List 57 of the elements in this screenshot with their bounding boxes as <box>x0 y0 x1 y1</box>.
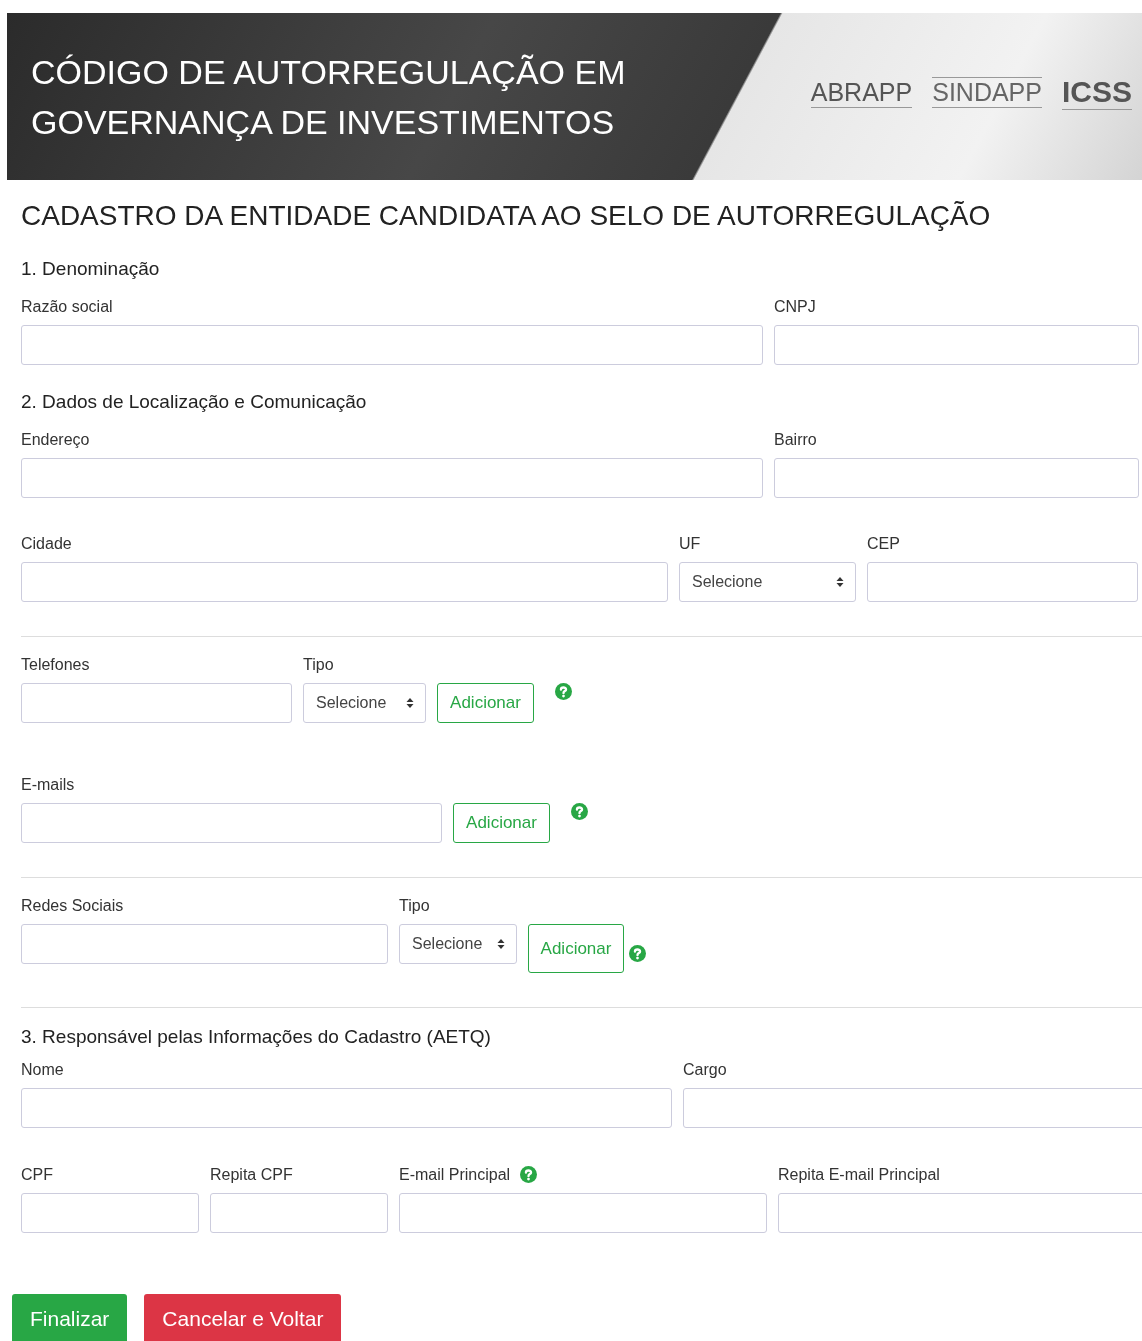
text-input[interactable] <box>21 325 763 365</box>
partner-logo: SINDAPP <box>932 77 1042 108</box>
submit-button[interactable]: Finalizar <box>12 1294 128 1341</box>
field-label: CPF <box>21 1165 53 1184</box>
field-label: Tipo <box>399 896 430 915</box>
text-input[interactable] <box>399 1193 767 1233</box>
field-label: Cargo <box>683 1060 727 1079</box>
section-title: 3. Responsável pelas Informações do Cadastro (AETQ) <box>21 1026 492 1048</box>
text-input[interactable] <box>210 1193 388 1233</box>
field-label: Razão social <box>21 297 113 316</box>
section-title: 2. Dados de Localização e Comunicação <box>21 391 368 413</box>
text-input[interactable] <box>21 562 668 602</box>
field-label: CEP <box>867 534 900 553</box>
field-label: Repita CPF <box>210 1165 293 1184</box>
cancel-button[interactable]: Cancelar e Voltar <box>144 1294 342 1341</box>
field-label: Telefones <box>21 655 90 674</box>
add-button[interactable]: Adicionar <box>437 683 534 723</box>
field-label: Endereço <box>21 430 90 449</box>
help-icon[interactable] <box>629 945 646 962</box>
add-button[interactable]: Adicionar <box>453 803 550 843</box>
add-button[interactable]: Adicionar <box>528 924 624 973</box>
banner-title: CÓDIGO DE AUTORREGULAÇÃO EM <box>31 51 626 93</box>
text-input[interactable] <box>683 1088 1142 1128</box>
field-label: Bairro <box>774 430 817 449</box>
text-input[interactable] <box>774 325 1139 365</box>
select-dropdown[interactable]: Selecione <box>399 924 517 964</box>
sort-caret-icon <box>836 576 844 588</box>
field-label: Redes Sociais <box>21 896 124 915</box>
text-input[interactable] <box>21 458 763 498</box>
field-label: UF <box>679 534 701 553</box>
help-icon[interactable] <box>520 1166 538 1183</box>
help-icon[interactable] <box>555 683 572 700</box>
help-icon[interactable] <box>571 803 588 820</box>
text-input[interactable] <box>21 1193 199 1233</box>
select-dropdown[interactable]: Selecione <box>679 562 856 602</box>
field-label: Tipo <box>303 655 334 674</box>
form-heading: CADASTRO DA ENTIDADE CANDIDATA AO SELO DE AUTORREGULAÇÃO <box>21 200 992 232</box>
field-label: Repita E-mail Principal <box>778 1165 940 1184</box>
field-label: CNPJ <box>774 297 816 316</box>
banner-title: GOVERNANÇA DE INVESTIMENTOS <box>31 101 616 143</box>
text-input[interactable] <box>774 458 1139 498</box>
sort-caret-icon <box>406 697 414 709</box>
text-input[interactable] <box>21 683 292 723</box>
partner-logo: ICSS <box>1061 75 1132 110</box>
section-title: 1. Denominação <box>21 258 161 280</box>
text-input[interactable] <box>21 803 442 843</box>
text-input[interactable] <box>21 924 388 964</box>
text-input[interactable] <box>778 1193 1142 1233</box>
field-label: E-mails <box>21 775 75 794</box>
text-input[interactable] <box>21 1088 672 1128</box>
text-input[interactable] <box>867 562 1138 602</box>
field-label: Cidade <box>21 534 72 553</box>
field-label: E-mail Principal <box>399 1165 511 1184</box>
sort-caret-icon <box>497 938 505 950</box>
select-dropdown[interactable]: Selecione <box>303 683 426 723</box>
field-label: Nome <box>21 1060 64 1079</box>
partner-logo: ABRAPP <box>810 77 913 108</box>
